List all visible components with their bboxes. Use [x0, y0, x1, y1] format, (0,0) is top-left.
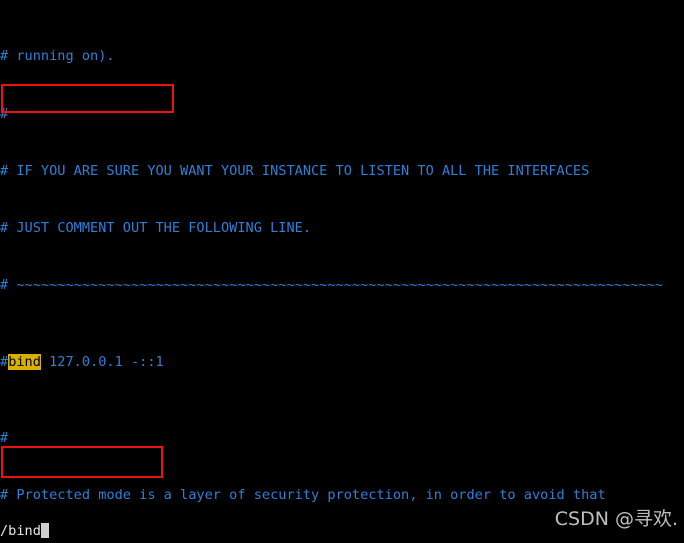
text-cursor	[40, 523, 49, 538]
code-line: # running on).	[0, 47, 684, 66]
code-line: #	[0, 429, 684, 448]
code-line: #	[0, 105, 684, 124]
line-prefix: #	[0, 353, 9, 370]
code-line: # ~~~~~~~~~~~~~~~~~~~~~~~~~~~~~~~~~~~~~~…	[0, 276, 684, 295]
line-text: # ~~~~~~~~~~~~~~~~~~~~~~~~~~~~~~~~~~~~~~…	[0, 277, 663, 294]
code-line: # JUST COMMENT OUT THE FOLLOWING LINE.	[0, 219, 684, 238]
line-text: # JUST COMMENT OUT THE FOLLOWING LINE.	[0, 220, 311, 237]
search-match-bind: bind	[8, 353, 41, 370]
line-text: # running on).	[0, 48, 115, 65]
code-line: # IF YOU ARE SURE YOU WANT YOUR INSTANCE…	[0, 162, 684, 181]
code-line: # Protected mode is a layer of security …	[0, 486, 684, 505]
line-suffix: 127.0.0.1 -::1	[40, 353, 164, 370]
csdn-watermark: CSDN @寻欢.	[554, 507, 678, 530]
line-text: #	[0, 105, 9, 122]
vim-command-line[interactable]: /bind	[0, 522, 49, 542]
line-text: #	[0, 430, 9, 447]
line-text: # IF YOU ARE SURE YOU WANT YOUR INSTANCE…	[0, 162, 590, 179]
vim-search-command-text: /bind	[0, 523, 41, 539]
code-line-bind-directive: #bind 127.0.0.1 -::1	[0, 353, 684, 372]
vim-text-buffer[interactable]: # running on). # # IF YOU ARE SURE YOU W…	[0, 0, 684, 543]
line-text: # Protected mode is a layer of security …	[0, 487, 606, 504]
terminal-window: # running on). # # IF YOU ARE SURE YOU W…	[0, 0, 684, 543]
